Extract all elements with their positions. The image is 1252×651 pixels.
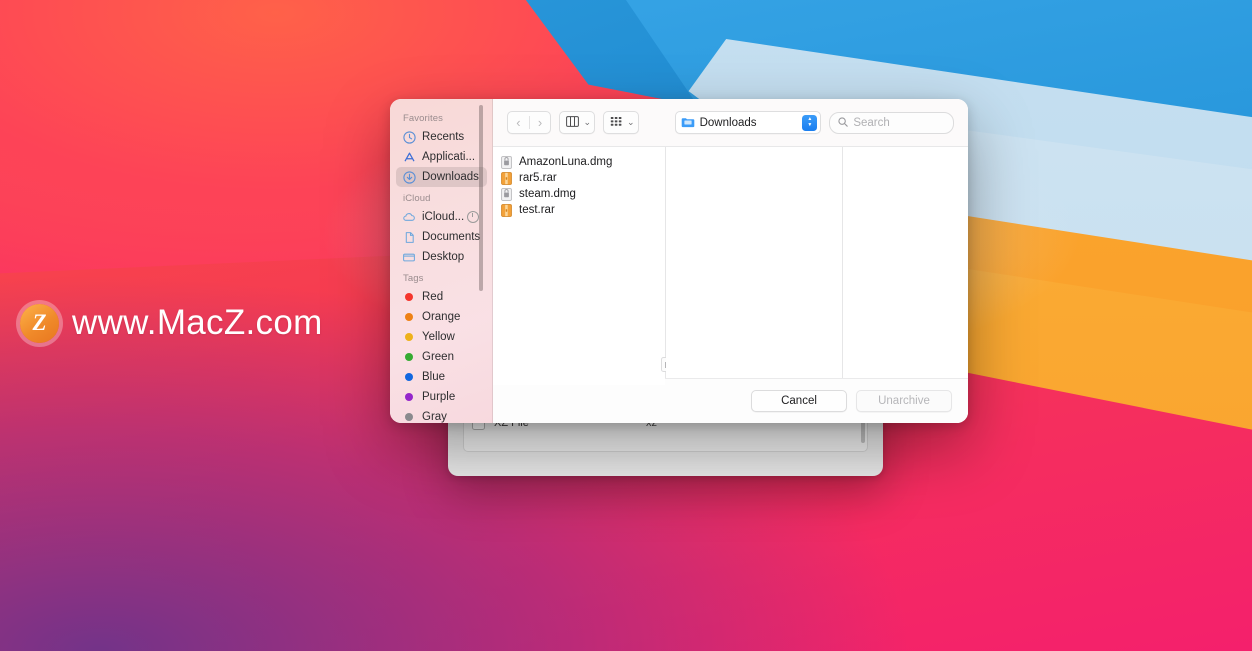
open-file-dialog[interactable]: Favorites Recents Applicati... Downloads bbox=[390, 99, 968, 423]
list-item[interactable]: rar5.rar bbox=[493, 170, 665, 186]
sidebar-item-label: Red bbox=[422, 291, 444, 303]
dialog-content: ‹ › ⌄ ⌄ Downloads ▲ ▼ Search AmazonLuna.… bbox=[493, 99, 968, 423]
dmg-file-icon bbox=[501, 155, 512, 169]
sidebar-item-desktop[interactable]: Desktop bbox=[396, 247, 487, 267]
search-input[interactable]: Search bbox=[829, 111, 954, 134]
sidebar-item-label: Desktop bbox=[422, 251, 465, 263]
tag-dot-icon bbox=[405, 393, 413, 401]
location-popup-button[interactable]: Downloads ▲ ▼ bbox=[674, 111, 822, 134]
sidebar-item-recents[interactable]: Recents bbox=[396, 127, 487, 147]
watermark-text: www.MacZ.com bbox=[72, 303, 323, 342]
sidebar-item-label: Applicati... bbox=[422, 151, 476, 163]
sidebar-scrollbar[interactable] bbox=[479, 105, 483, 291]
sidebar-item-label: iCloud... bbox=[422, 211, 465, 223]
tag-dot-icon bbox=[405, 413, 413, 421]
stepper-down-icon: ▼ bbox=[807, 122, 813, 128]
column-view-segment[interactable]: ⌄ bbox=[560, 112, 594, 133]
sidebar-item-label: Yellow bbox=[422, 331, 455, 343]
tag-dot-icon bbox=[405, 373, 413, 381]
chevron-down-icon: ⌄ bbox=[627, 117, 635, 127]
sidebar-section-header-icloud: iCloud bbox=[403, 193, 431, 204]
sidebar-item-tag-purple[interactable]: Purple bbox=[396, 387, 487, 407]
list-item[interactable]: test.rar bbox=[493, 202, 665, 218]
view-mode-button[interactable]: ⌄ bbox=[559, 111, 596, 134]
file-detail-column[interactable] bbox=[843, 147, 968, 378]
dmg-file-icon bbox=[501, 187, 512, 201]
sidebar-item-tag-gray[interactable]: Gray bbox=[396, 407, 487, 423]
unarchive-button[interactable]: Unarchive bbox=[856, 390, 952, 412]
folder-icon bbox=[681, 117, 695, 128]
sidebar-item-downloads[interactable]: Downloads bbox=[396, 167, 487, 187]
toolbar: ‹ › ⌄ ⌄ Downloads ▲ ▼ Search bbox=[493, 99, 968, 146]
group-by-button[interactable]: ⌄ bbox=[603, 111, 639, 134]
sidebar-item-tag-blue[interactable]: Blue bbox=[396, 367, 487, 387]
tag-dot-icon bbox=[405, 313, 413, 321]
tag-dot-icon bbox=[405, 353, 413, 361]
list-item[interactable]: steam.dmg bbox=[493, 186, 665, 202]
file-browser[interactable]: AmazonLuna.dmg rar5.rar steam.dmg test.r… bbox=[493, 146, 968, 385]
sidebar-item-tag-green[interactable]: Green bbox=[396, 347, 487, 367]
desktop-icon bbox=[402, 250, 416, 264]
rar-file-icon bbox=[501, 203, 512, 217]
grid-grouping-icon bbox=[610, 116, 623, 130]
sidebar-item-label: Purple bbox=[422, 391, 456, 403]
sidebar-item-label: Recents bbox=[422, 131, 465, 143]
sidebar-item-label: Gray bbox=[422, 411, 447, 423]
tag-dot-icon bbox=[405, 293, 413, 301]
file-name: AmazonLuna.dmg bbox=[519, 156, 613, 168]
file-name: rar5.rar bbox=[519, 172, 557, 184]
sidebar-section-header-tags: Tags bbox=[403, 273, 424, 284]
clock-icon bbox=[402, 130, 416, 144]
column-view-icon bbox=[566, 115, 580, 130]
chevron-left-icon: ‹ bbox=[516, 115, 521, 130]
downloads-icon bbox=[402, 170, 416, 184]
tag-dot-icon bbox=[405, 333, 413, 341]
cloud-icon bbox=[402, 210, 416, 224]
sidebar-item-tag-red[interactable]: Red bbox=[396, 287, 487, 307]
sync-progress-icon bbox=[467, 211, 479, 223]
sidebar-item-icloud-drive[interactable]: iCloud... bbox=[396, 207, 487, 227]
forward-button[interactable]: › bbox=[530, 112, 551, 133]
watermark: Z www.MacZ.com bbox=[20, 303, 323, 343]
cancel-button[interactable]: Cancel bbox=[751, 390, 847, 412]
back-button[interactable]: ‹ bbox=[508, 112, 529, 133]
location-label: Downloads bbox=[699, 116, 757, 129]
sidebar[interactable]: Favorites Recents Applicati... Downloads bbox=[390, 99, 493, 423]
rar-file-icon bbox=[501, 171, 512, 185]
sidebar-item-label: Orange bbox=[422, 311, 461, 323]
file-list-column[interactable]: AmazonLuna.dmg rar5.rar steam.dmg test.r… bbox=[493, 147, 665, 385]
sidebar-item-label: Downloads bbox=[422, 171, 479, 183]
file-name: test.rar bbox=[519, 204, 555, 216]
macz-logo-icon: Z bbox=[20, 303, 59, 343]
sidebar-item-label: Documents bbox=[422, 231, 481, 243]
search-placeholder: Search bbox=[853, 116, 890, 129]
group-by-segment[interactable]: ⌄ bbox=[604, 112, 638, 133]
stepper-icon[interactable]: ▲ ▼ bbox=[802, 114, 818, 131]
applications-icon bbox=[402, 150, 416, 164]
sidebar-item-tag-orange[interactable]: Orange bbox=[396, 307, 487, 327]
sidebar-item-tag-yellow[interactable]: Yellow bbox=[396, 327, 487, 347]
search-icon bbox=[838, 116, 849, 130]
sidebar-item-applications[interactable]: Applicati... bbox=[396, 147, 487, 167]
sidebar-item-documents[interactable]: Documents bbox=[396, 227, 487, 247]
sidebar-item-label: Green bbox=[422, 351, 454, 363]
chevron-down-icon: ⌄ bbox=[583, 117, 592, 127]
sidebar-item-label: Blue bbox=[422, 371, 446, 383]
desktop-wallpaper: Z www.MacZ.com Bzip2 Tar Archive tar.bz2… bbox=[0, 0, 1252, 651]
navigation-buttons[interactable]: ‹ › bbox=[507, 111, 552, 134]
sidebar-section-header-favorites: Favorites bbox=[403, 113, 443, 124]
document-icon bbox=[402, 230, 416, 244]
chevron-right-icon: › bbox=[537, 115, 543, 130]
file-name: steam.dmg bbox=[519, 188, 576, 200]
list-item[interactable]: AmazonLuna.dmg bbox=[493, 154, 665, 170]
file-preview-column[interactable] bbox=[666, 147, 842, 378]
